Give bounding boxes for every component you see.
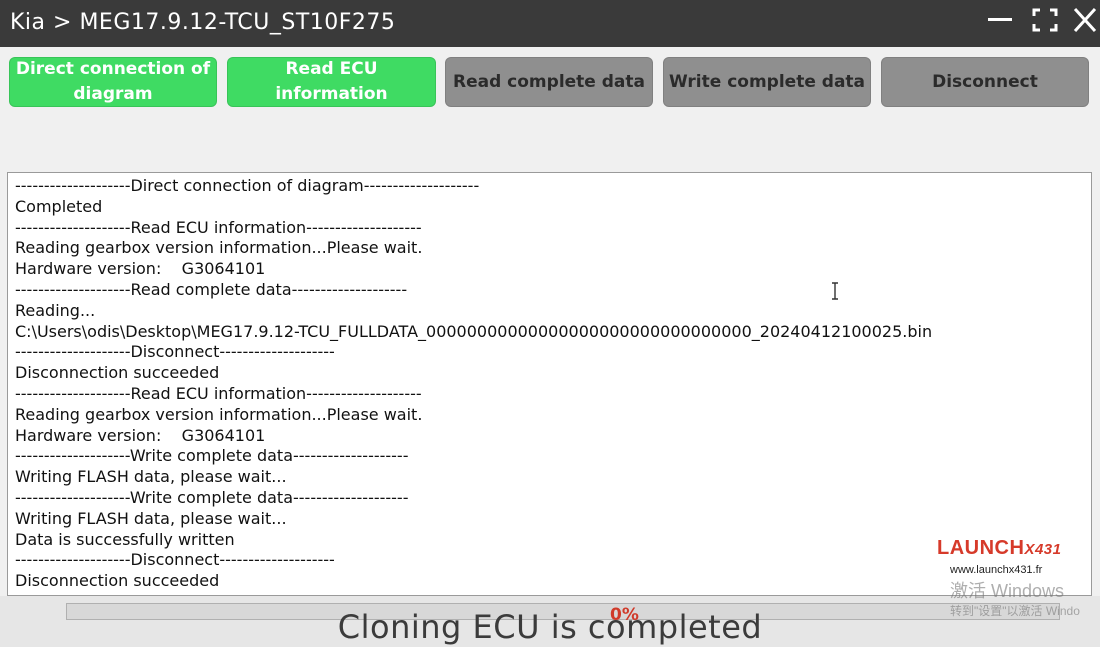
- log-line: --------------------Write complete data-…: [15, 487, 409, 507]
- write-complete-data-button[interactable]: Write complete data: [663, 57, 871, 107]
- log-lines: --------------------Direct connection of…: [15, 176, 932, 592]
- log-line: Disconnection succeeded: [15, 571, 220, 591]
- close-icon: [1073, 7, 1097, 33]
- log-line: C:\Users\odis\Desktop\MEG17.9.12-TCU_FUL…: [15, 321, 933, 341]
- log-line: Hardware version: G3064101: [15, 425, 266, 445]
- log-line: --------------------Disconnect----------…: [15, 342, 335, 362]
- log-line: Completed: [15, 196, 103, 216]
- log-line: --------------------Read ECU information…: [15, 383, 422, 403]
- log-line: Reading...: [15, 300, 96, 320]
- disconnect-button[interactable]: Disconnect: [881, 57, 1089, 107]
- brand-name: LAUNCH: [937, 537, 1025, 559]
- minimize-button[interactable]: [984, 5, 1016, 35]
- minimize-icon: [988, 18, 1012, 21]
- log-line: Disconnection succeeded: [15, 363, 220, 383]
- toolbar: Direct connection of diagram Read ECU in…: [0, 47, 1100, 167]
- log-line: --------------------Read ECU information…: [15, 217, 422, 237]
- windows-activation-title: 激活 Windows: [950, 581, 1065, 601]
- text-cursor-icon: [832, 282, 838, 300]
- maximize-button[interactable]: [1029, 5, 1061, 35]
- log-line: --------------------Disconnect----------…: [15, 550, 335, 570]
- maximize-icon: [1032, 8, 1058, 32]
- log-line: Writing FLASH data, please wait...: [15, 508, 287, 528]
- log-line: --------------------Read complete data--…: [15, 279, 408, 299]
- log-line: Data is successfully written: [15, 529, 235, 549]
- log-line: Reading gearbox version information...Pl…: [15, 404, 423, 424]
- brand-url: www.launchx431.fr: [950, 564, 1043, 576]
- log-line: Reading gearbox version information...Pl…: [15, 238, 423, 258]
- read-complete-data-button[interactable]: Read complete data: [445, 57, 653, 107]
- log-line: --------------------Write complete data-…: [15, 446, 409, 466]
- window-title: Kia > MEG17.9.12-TCU_ST10F275: [10, 10, 396, 35]
- brand-logo: LAUNCHX431: [937, 537, 1061, 560]
- log-line: Hardware version: G3064101: [15, 259, 266, 279]
- close-button[interactable]: [1069, 5, 1100, 35]
- title-bar: Kia > MEG17.9.12-TCU_ST10F275: [0, 0, 1100, 47]
- video-caption: Cloning ECU is completed: [337, 608, 763, 646]
- direct-connection-button[interactable]: Direct connection of diagram: [9, 57, 217, 107]
- brand-suffix: X431: [1024, 541, 1062, 558]
- log-output[interactable]: --------------------Direct connection of…: [7, 172, 1092, 596]
- windows-activation-hint: 转到"设置"以激活 Windo: [950, 604, 1080, 618]
- read-ecu-info-button[interactable]: Read ECU information: [227, 57, 436, 107]
- log-line: --------------------Direct connection of…: [15, 176, 480, 195]
- log-line: Writing FLASH data, please wait...: [15, 467, 287, 487]
